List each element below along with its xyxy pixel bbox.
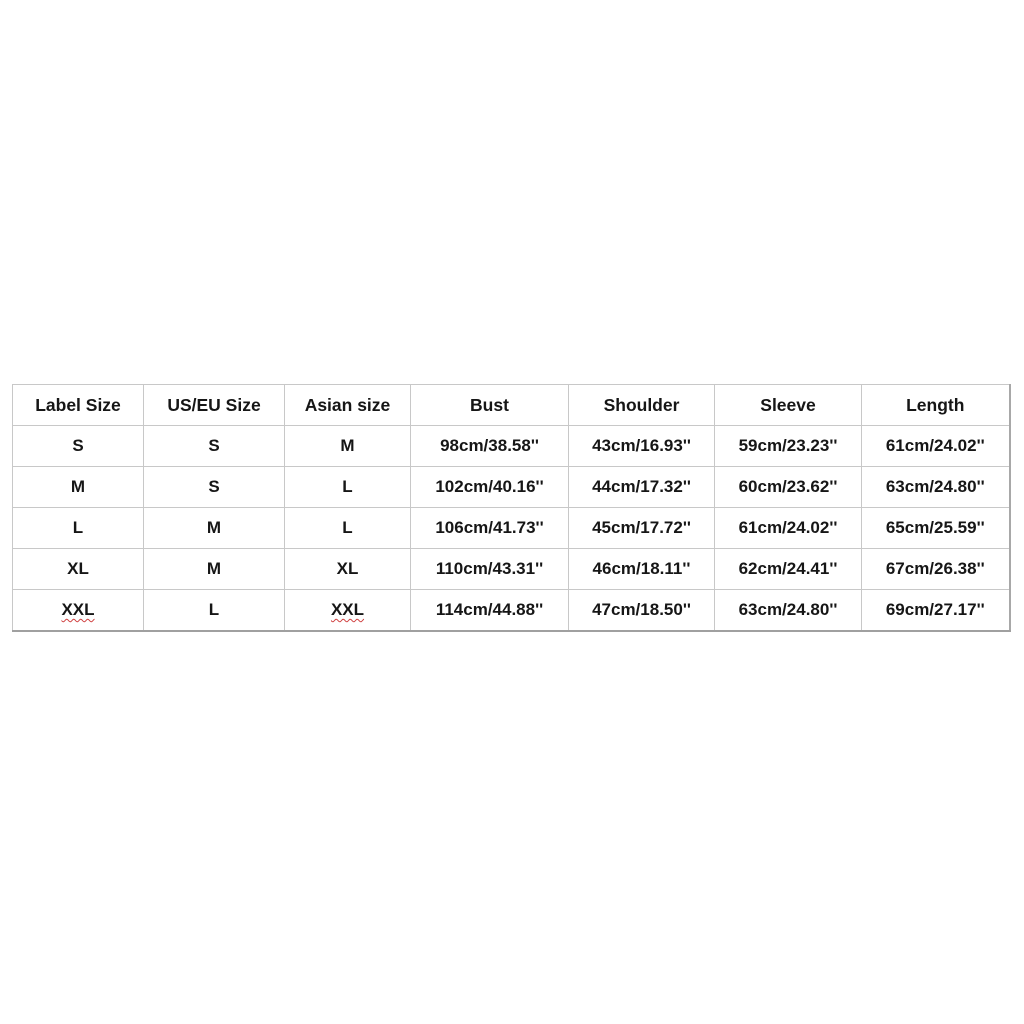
header-bust: Bust [410, 384, 569, 426]
cell-sleeve: 59cm/23.23'' [714, 425, 862, 467]
cell-label-size: XL [12, 548, 144, 590]
header-row: Label Size US/EU Size Asian size Bust Sh… [12, 384, 1010, 426]
cell-asian-size: M [284, 425, 411, 467]
cell-asian-size: L [284, 466, 411, 508]
cell-bust: 114cm/44.88'' [410, 589, 569, 632]
cell-label-size: L [12, 507, 144, 549]
cell-length: 65cm/25.59'' [861, 507, 1010, 549]
spellcheck-underlined-text: XXL [61, 600, 95, 619]
cell-bust: 110cm/43.31'' [410, 548, 569, 590]
cell-sleeve: 62cm/24.41'' [714, 548, 862, 590]
cell-length: 61cm/24.02'' [861, 425, 1010, 467]
cell-bust: 102cm/40.16'' [410, 466, 569, 508]
header-sleeve: Sleeve [714, 384, 862, 426]
cell-shoulder: 44cm/17.32'' [568, 466, 715, 508]
header-asian-size: Asian size [284, 384, 411, 426]
header-label-size: Label Size [12, 384, 144, 426]
cell-asian-size: L [284, 507, 411, 549]
spellcheck-underlined-text: XXL [330, 600, 365, 619]
cell-length: 69cm/27.17'' [861, 589, 1010, 632]
table-row: XXL L XXL 114cm/44.88'' 47cm/18.50'' 63c… [12, 589, 1010, 632]
cell-label-size: M [12, 466, 144, 508]
cell-us-eu-size: S [143, 425, 285, 467]
cell-length: 67cm/26.38'' [861, 548, 1010, 590]
table-row: M S L 102cm/40.16'' 44cm/17.32'' 60cm/23… [12, 466, 1010, 508]
cell-shoulder: 47cm/18.50'' [568, 589, 715, 632]
cell-bust: 98cm/38.58'' [410, 425, 569, 467]
cell-us-eu-size: S [143, 466, 285, 508]
cell-shoulder: 45cm/17.72'' [568, 507, 715, 549]
cell-asian-size: XXL [284, 589, 411, 632]
header-length: Length [861, 384, 1010, 426]
cell-asian-size: XL [284, 548, 411, 590]
table-row: XL M XL 110cm/43.31'' 46cm/18.11'' 62cm/… [12, 548, 1010, 590]
header-us-eu-size: US/EU Size [143, 384, 285, 426]
cell-label-size: S [12, 425, 144, 467]
cell-label-size: XXL [12, 589, 144, 632]
cell-bust: 106cm/41.73'' [410, 507, 569, 549]
size-chart-table: Label Size US/EU Size Asian size Bust Sh… [12, 384, 1011, 632]
cell-sleeve: 60cm/23.62'' [714, 466, 862, 508]
table-row: L M L 106cm/41.73'' 45cm/17.72'' 61cm/24… [12, 507, 1010, 549]
cell-sleeve: 61cm/24.02'' [714, 507, 862, 549]
cell-shoulder: 43cm/16.93'' [568, 425, 715, 467]
cell-length: 63cm/24.80'' [861, 466, 1010, 508]
cell-sleeve: 63cm/24.80'' [714, 589, 862, 632]
cell-shoulder: 46cm/18.11'' [568, 548, 715, 590]
table-row: S S M 98cm/38.58'' 43cm/16.93'' 59cm/23.… [12, 425, 1010, 467]
cell-us-eu-size: L [143, 589, 285, 632]
cell-us-eu-size: M [143, 507, 285, 549]
header-shoulder: Shoulder [568, 384, 715, 426]
cell-us-eu-size: M [143, 548, 285, 590]
